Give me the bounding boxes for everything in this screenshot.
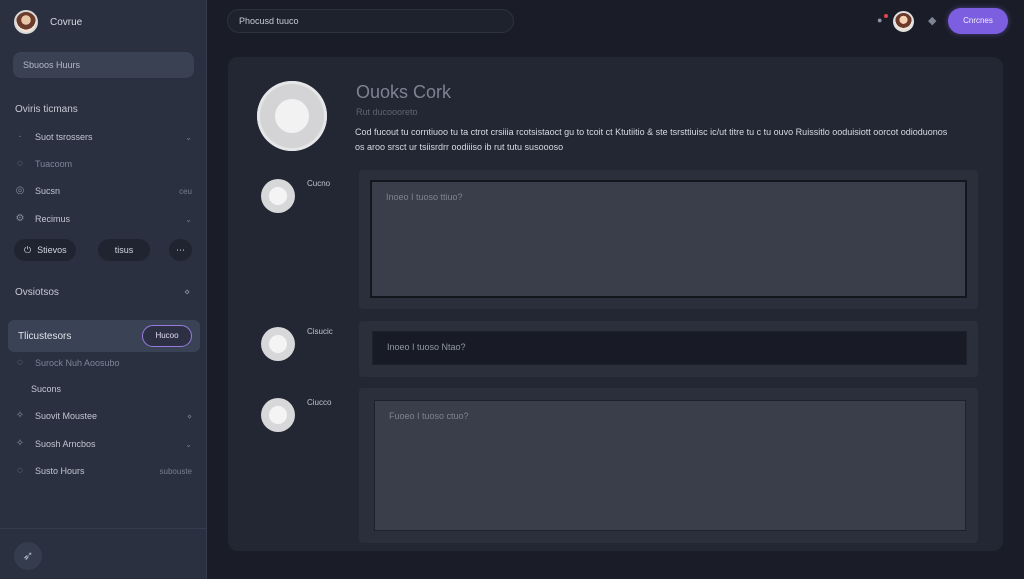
sidebar-item[interactable]: ◎ Sucsn ceu bbox=[14, 183, 192, 199]
sidebar-subitem[interactable]: ✧ Suovit Moustee ⋄ bbox=[14, 408, 192, 424]
sidebar-item-label: Suosh Arncbos bbox=[35, 439, 96, 449]
sidebar-section-title: Oviris ticmans bbox=[15, 104, 78, 115]
sidebar-item-meta: ⋄ bbox=[186, 411, 192, 421]
sidebar-subitem[interactable]: ✧ Suosh Arncbos ⌄ bbox=[14, 436, 192, 452]
page-title: Ouoks Cork bbox=[356, 82, 452, 102]
sidebar-item-label: Tuacoom bbox=[35, 159, 73, 169]
pill-button[interactable]: ⏻ Stievos bbox=[14, 239, 76, 261]
sidebar-subitem[interactable]: ◌ Surock Nuh Aoosubo bbox=[14, 355, 192, 371]
section-options-icon[interactable]: ⋄ bbox=[184, 287, 190, 298]
pill-label: tisus bbox=[114, 245, 134, 255]
user-avatar[interactable] bbox=[893, 11, 914, 32]
sidebar-item-meta: subouste bbox=[159, 466, 192, 476]
sidebar-item-label: Susto Hours bbox=[35, 466, 85, 476]
primary-action-button[interactable]: Cnrcnes bbox=[948, 8, 1008, 34]
sidebar-item-label: Surock Nuh Aoosubo bbox=[35, 358, 120, 368]
pill-button[interactable]: tisus bbox=[98, 239, 150, 261]
diamond-icon[interactable]: ◆ bbox=[928, 14, 936, 27]
sidebar-item-active[interactable]: Tlicustesors Hucoo bbox=[8, 320, 200, 352]
divider bbox=[0, 528, 207, 529]
more-button[interactable]: ⋯ bbox=[169, 239, 192, 261]
sidebar-item[interactable]: ⚙ Recimus ⌄ bbox=[14, 211, 192, 227]
answer-textarea[interactable]: Fuoeo I tuoso ctuo? bbox=[374, 400, 966, 531]
rocket-icon[interactable]: ➶ bbox=[14, 542, 42, 570]
sidebar-pill-group: ⏻ Stievos tisus ⋯ bbox=[14, 239, 194, 261]
question-avatar bbox=[261, 398, 295, 432]
dot-icon: ∙ bbox=[18, 131, 22, 142]
question-avatar bbox=[261, 327, 295, 361]
brand-avatar bbox=[14, 10, 38, 34]
circle-icon: ◎ bbox=[15, 185, 25, 196]
main-card: Ouoks Cork Rut ducoooreto Cod fucout tu … bbox=[228, 57, 1003, 551]
sidebar-item-meta: ceu bbox=[179, 186, 192, 196]
eye-icon: ◌ bbox=[17, 158, 23, 169]
sidebar-item-label: Suovit Moustee bbox=[35, 411, 98, 421]
sidebar-subitem[interactable]: Sucons bbox=[10, 381, 188, 397]
status-badge[interactable]: Hucoo bbox=[142, 325, 192, 347]
dot-icon: ◌ bbox=[17, 357, 23, 368]
sidebar-section-title: Ovsiotsos bbox=[15, 287, 59, 298]
dot-icon bbox=[10, 383, 22, 395]
page-description: Cod fucout tu corntiuoo tu ta ctrot crsi… bbox=[355, 127, 948, 152]
question-avatar bbox=[261, 179, 295, 213]
sparkle-icon: ✧ bbox=[15, 438, 25, 449]
question-label: Cisucic bbox=[307, 327, 333, 336]
power-icon: ⏻ bbox=[24, 244, 32, 255]
profile-avatar bbox=[257, 81, 327, 151]
sidebar: Covrue Sbuoos Huurs Oviris ticmans ∙ Suo… bbox=[0, 0, 207, 579]
chevron-down-icon: ⌄ bbox=[185, 439, 192, 449]
sidebar-item-label: Suot tsrossers bbox=[35, 132, 93, 142]
notification-icon[interactable]: ● bbox=[877, 15, 882, 25]
more-icon: ⋯ bbox=[176, 244, 185, 255]
sidebar-subitem[interactable]: ◌ Susto Hours subouste bbox=[14, 463, 192, 479]
sidebar-item[interactable]: ◌ Tuacoom bbox=[14, 156, 192, 172]
topbar: Phocusd tuuco ● ◆ Cnrcnes bbox=[207, 0, 1024, 42]
brand-name: Covrue bbox=[50, 16, 83, 28]
sidebar-item[interactable]: ∙ Suot tsrossers ⌄ bbox=[14, 129, 192, 145]
dot-icon: ◌ bbox=[17, 465, 23, 476]
question-label: Cucno bbox=[307, 179, 331, 188]
sidebar-item-label: Sucons bbox=[31, 384, 62, 394]
question-frame: Inoeo I tuoso ttiuo? bbox=[359, 170, 978, 309]
sidebar-item-label: Sucsn bbox=[35, 186, 61, 196]
question-label: Ciucco bbox=[307, 398, 332, 407]
page-subtitle: Rut ducoooreto bbox=[356, 107, 418, 117]
answer-textarea[interactable]: Inoeo I tuoso ttiuo? bbox=[370, 180, 967, 298]
question-frame: Fuoeo I tuoso ctuo? bbox=[359, 388, 978, 543]
chevron-down-icon: ⌄ bbox=[185, 214, 192, 224]
chevron-down-icon: ⌄ bbox=[185, 132, 192, 142]
answer-input[interactable]: Inoeo I tuoso Ntao? bbox=[372, 331, 967, 365]
sidebar-search-input[interactable]: Sbuoos Huurs bbox=[13, 52, 194, 78]
sparkle-icon: ✧ bbox=[15, 410, 25, 421]
question-frame: Inoeo I tuoso Ntao? bbox=[359, 321, 978, 377]
brand[interactable]: Covrue bbox=[14, 10, 82, 34]
sidebar-item-label: Tlicustesors bbox=[18, 330, 72, 342]
pill-label: Stievos bbox=[37, 245, 67, 255]
search-input[interactable]: Phocusd tuuco bbox=[227, 9, 514, 33]
gear-icon: ⚙ bbox=[15, 213, 25, 224]
sidebar-item-label: Recimus bbox=[35, 214, 71, 224]
notification-badge bbox=[884, 14, 888, 18]
